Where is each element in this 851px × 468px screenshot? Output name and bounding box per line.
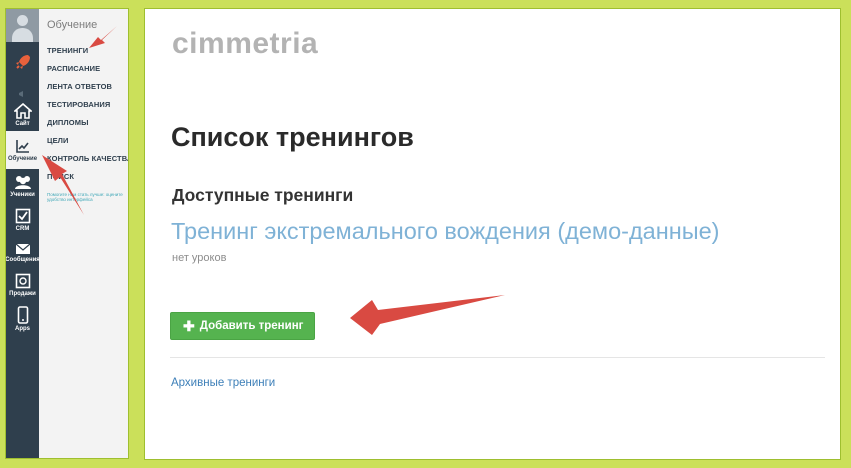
menu-item-answers-feed[interactable]: ЛЕНТА ОТВЕТОВ (47, 82, 112, 91)
add-training-button-label: Добавить тренинг (199, 320, 304, 332)
archive-link[interactable]: Архивные тренинги (171, 377, 275, 389)
rail-label-learning: Обучение (7, 156, 38, 162)
menu-item-quality-control[interactable]: КОНТРОЛЬ КАЧЕСТВА (47, 154, 128, 163)
rail-item-apps[interactable]: Apps (6, 301, 39, 337)
brand-logo[interactable]: cimmetria (172, 27, 318, 61)
menu-item-goals[interactable]: ЦЕЛИ (47, 136, 69, 145)
rail-item-learning[interactable]: Обучение (6, 131, 39, 169)
rail-label-apps: Apps (15, 326, 30, 332)
phone-icon (17, 306, 28, 324)
rail-item-sales[interactable]: Продажи (6, 267, 39, 303)
rocket-icon (15, 55, 30, 69)
menu-item-schedule[interactable]: РАСПИСАНИЕ (47, 64, 100, 73)
rail-item-rocket[interactable] (6, 44, 39, 80)
rail-item-crm[interactable]: CRM (6, 202, 39, 238)
safe-icon (15, 273, 30, 289)
plus-icon: ✚ (183, 318, 195, 334)
menu-item-diplomas[interactable]: ДИПЛОМЫ (47, 118, 89, 127)
icon-rail: Сайт Обучение Ученики CRM Сообщения Прод… (5, 9, 40, 458)
training-link[interactable]: Тренинг экстремального вождения (демо-да… (171, 218, 720, 245)
page-title: Список тренингов (171, 122, 414, 152)
menu-item-search[interactable]: ПОИСК (47, 172, 74, 181)
main-content: cimmetria Список тренингов Доступные тре… (144, 8, 841, 460)
rail-item-site[interactable]: Сайт (6, 97, 39, 133)
menu-title: Обучение (47, 19, 98, 31)
section-title: Доступные тренинги (172, 185, 354, 205)
feedback-hint[interactable]: Помогите нам стать лучше: оцените удобст… (47, 192, 127, 202)
rail-item-students[interactable]: Ученики (6, 168, 39, 204)
lessons-count: нет уроков (172, 252, 227, 264)
avatar[interactable] (6, 9, 39, 42)
rail-label-site: Сайт (15, 121, 30, 127)
rail-label-sales: Продажи (9, 291, 36, 297)
rail-item-messages[interactable]: Сообщения (5, 235, 40, 271)
home-icon (13, 103, 32, 119)
users-icon (14, 176, 31, 189)
checkbox-icon (15, 208, 30, 224)
avatar-body (12, 28, 33, 42)
rail-label-crm: CRM (15, 226, 30, 232)
chart-icon (15, 140, 29, 153)
rail-label-students: Ученики (10, 192, 35, 198)
rail-label-messages: Сообщения (5, 257, 40, 263)
avatar-head (17, 15, 28, 26)
divider (170, 357, 825, 358)
envelope-icon (15, 243, 30, 254)
menu-item-trainings[interactable]: ТРЕНИНГИ (47, 46, 88, 55)
add-training-button[interactable]: ✚ Добавить тренинг (170, 312, 315, 340)
left-panel: Сайт Обучение Ученики CRM Сообщения Прод… (5, 8, 129, 459)
menu-item-tests[interactable]: ТЕСТИРОВАНИЯ (47, 100, 110, 109)
